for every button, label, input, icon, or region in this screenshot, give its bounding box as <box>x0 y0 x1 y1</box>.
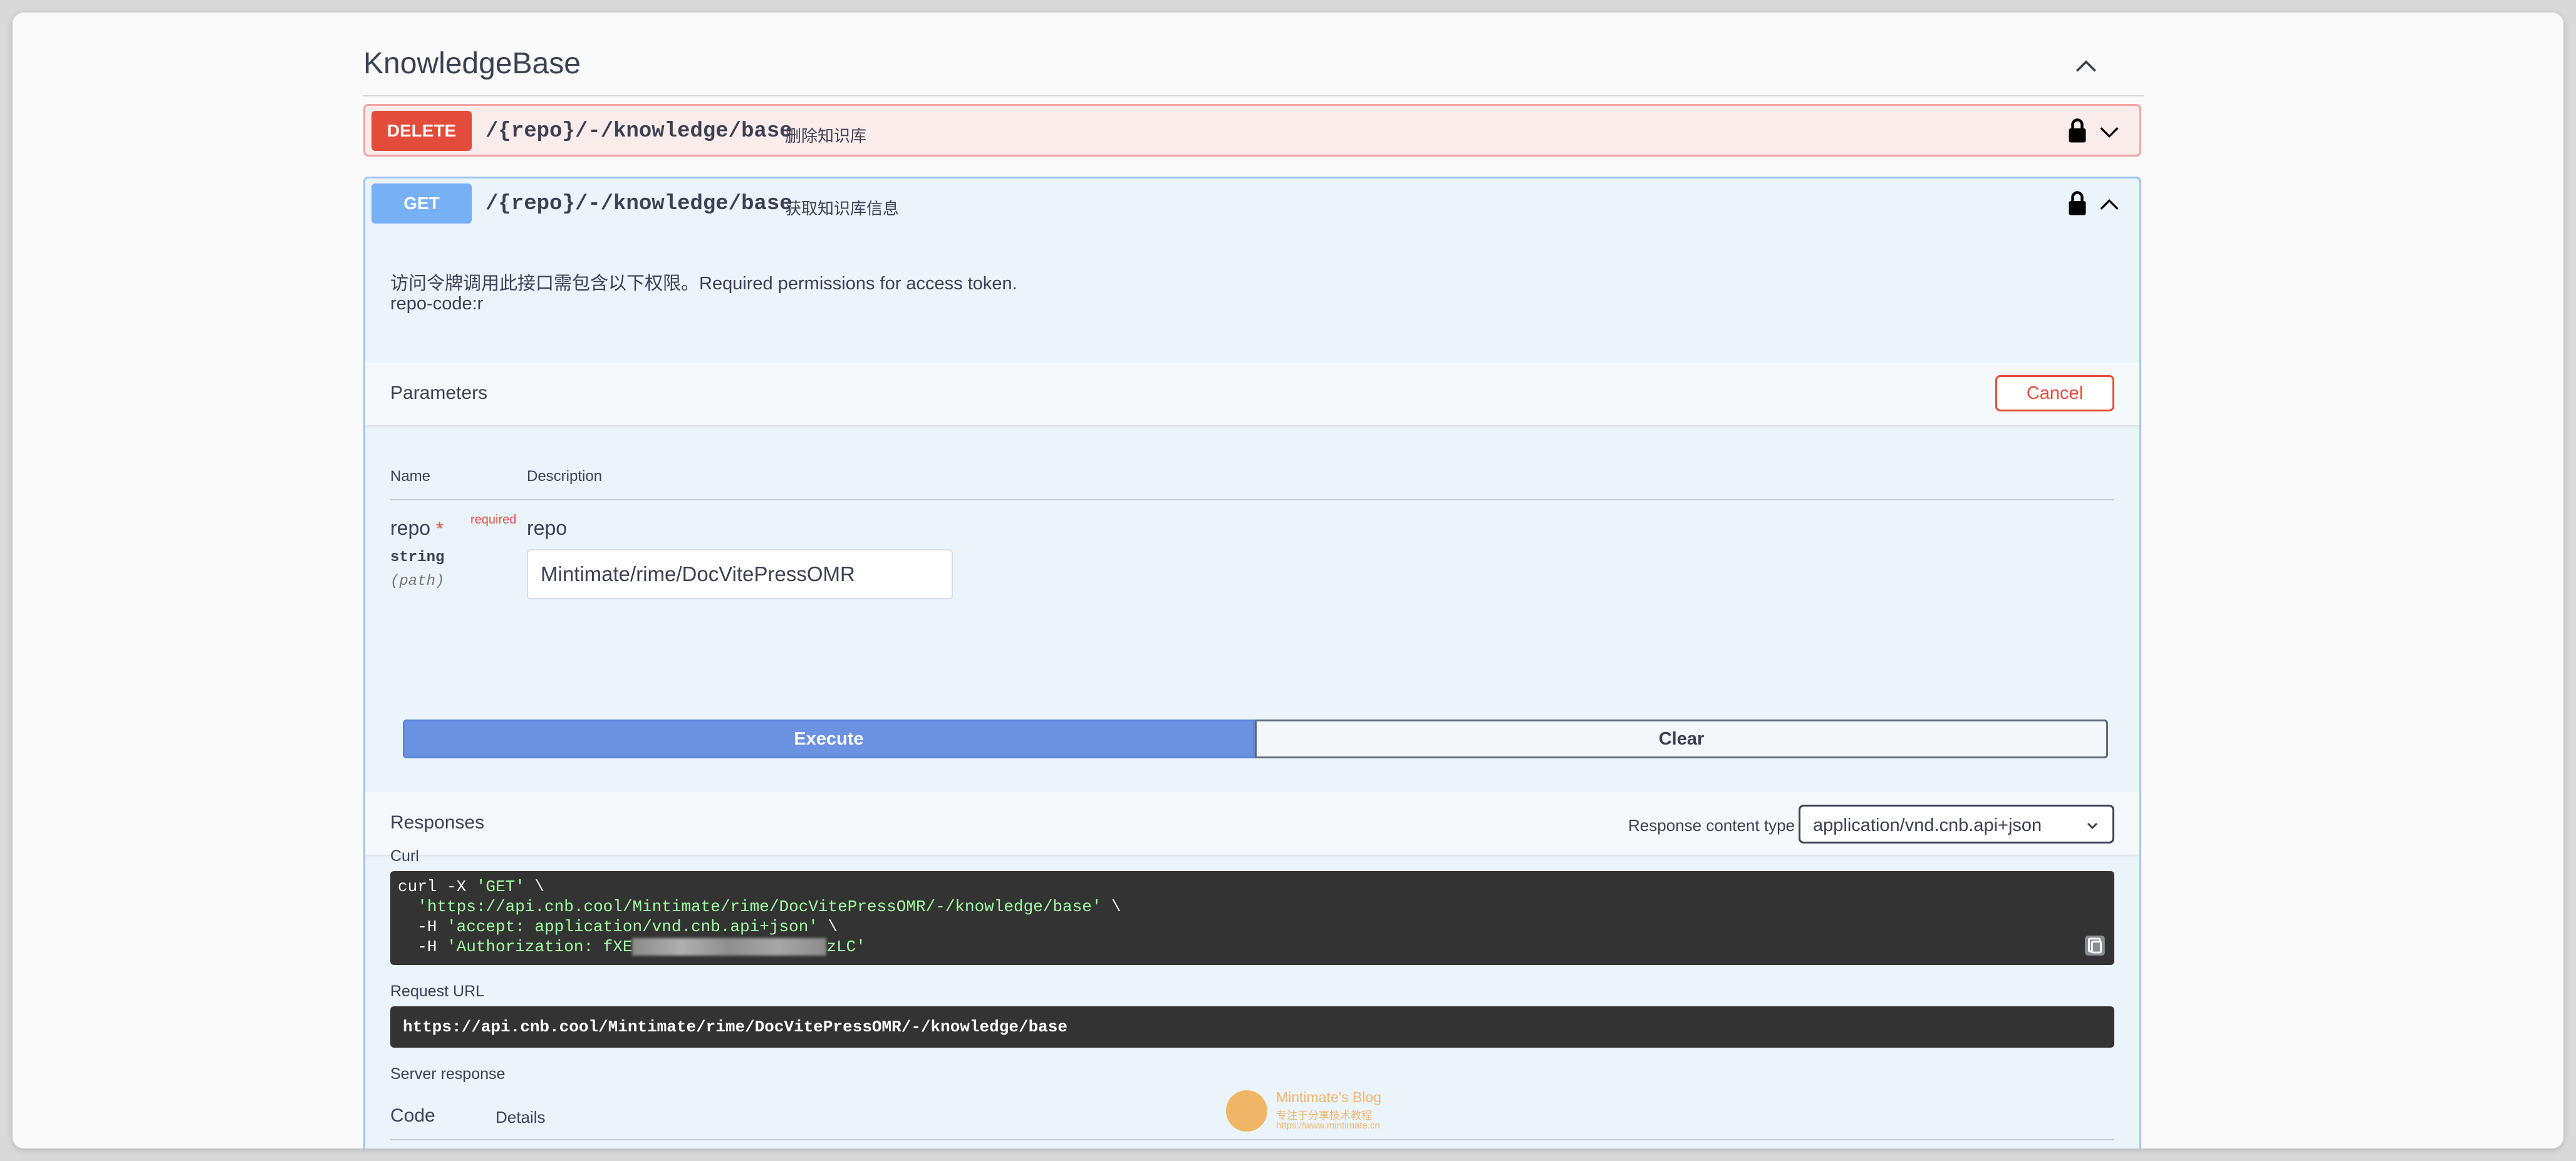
opblock-get: GET /{repo}/-/knowledge/base 获取知识库信息 访问令… <box>363 177 2141 1148</box>
permission-scope: repo-code:r <box>390 294 484 314</box>
repo-input[interactable] <box>527 549 953 599</box>
request-url-text: https://api.cnb.cool/Mintimate/rime/DocV… <box>403 1018 1067 1036</box>
section-title: KnowledgeBase <box>363 47 581 80</box>
response-header-divider <box>390 1139 2114 1140</box>
curl-line3-header: 'accept: application/vnd.cnb.api+json' <box>447 917 818 936</box>
chevron-down-icon <box>2087 822 2098 830</box>
parameters-bar: Parameters Cancel <box>365 363 2139 425</box>
responses-title: Responses <box>390 812 485 833</box>
execute-clear-group: Execute Clear <box>403 720 2108 758</box>
op-path: /{repo}/-/knowledge/base <box>486 120 792 143</box>
op-summary-delete[interactable]: DELETE /{repo}/-/knowledge/base 删除知识库 <box>365 106 2139 158</box>
blog-watermark: Mintimate's Blog 专注于分享技术教程 https://www.m… <box>1226 1086 1426 1137</box>
permission-notice: 访问令牌调用此接口需包含以下权限。Required permissions fo… <box>390 274 1017 294</box>
watermark-logo <box>1226 1090 1267 1132</box>
op-path: /{repo}/-/knowledge/base <box>486 192 792 216</box>
swagger-content: KnowledgeBase DELETE /{repo}/-/knowledge… <box>351 13 2144 1148</box>
response-content-type-select[interactable]: application/vnd.cnb.api+json <box>1799 805 2114 844</box>
opblock-delete: DELETE /{repo}/-/knowledge/base 删除知识库 <box>363 104 2141 157</box>
curl-line4-flag: -H <box>398 937 447 956</box>
col-header-name: Name <box>390 468 431 485</box>
watermark-url: https://www.mintimate.cn <box>1276 1120 1380 1131</box>
parameters-title: Parameters <box>390 383 488 403</box>
curl-line-2: 'https://api.cnb.cool/Mintimate/rime/Doc… <box>398 897 1121 916</box>
response-content-type-label: Response content type <box>1628 816 1795 835</box>
curl-line-4: -H 'Authorization: fXE zLC' <box>398 937 866 956</box>
required-label: required <box>470 513 517 527</box>
required-star: * <box>435 519 444 539</box>
opblock-body: 访问令牌调用此接口需包含以下权限。Required permissions fo… <box>365 231 2139 1148</box>
curl-line-3: -H 'accept: application/vnd.cnb.api+json… <box>398 917 838 936</box>
curl-line4-auth-end: zLC' <box>826 937 866 956</box>
knowledgebase-section-header[interactable]: KnowledgeBase <box>363 38 2144 96</box>
param-description: repo <box>527 517 568 539</box>
col-header-description: Description <box>527 468 603 485</box>
curl-line1-method: 'GET' <box>475 877 525 896</box>
table-header-divider <box>390 499 2114 500</box>
browser-window: KnowledgeBase DELETE /{repo}/-/knowledge… <box>13 13 2563 1148</box>
curl-line2-indent <box>398 897 417 916</box>
response-col-details: Details <box>496 1108 546 1127</box>
curl-line-1: curl -X 'GET' \ <box>398 877 544 896</box>
param-location: (path) <box>390 573 445 590</box>
responses-bar: Responses Response content type applicat… <box>365 792 2139 855</box>
curl-line1-cont: \ <box>524 877 545 896</box>
watermark-title: Mintimate's Blog <box>1276 1089 1382 1105</box>
lock-icon[interactable] <box>2068 117 2087 143</box>
execute-button[interactable]: Execute <box>403 720 1255 758</box>
curl-line2-cont: \ <box>1101 897 1121 916</box>
curl-line4-auth-start: 'Authorization: fXE <box>447 937 633 956</box>
clear-button[interactable]: Clear <box>1255 720 2108 758</box>
request-url-block[interactable]: https://api.cnb.cool/Mintimate/rime/DocV… <box>390 1006 2114 1048</box>
cancel-button[interactable]: Cancel <box>1995 375 2114 411</box>
curl-label: Curl <box>390 847 419 865</box>
method-badge-delete: DELETE <box>371 111 472 151</box>
param-type: string <box>390 549 445 566</box>
curl-line2-url: 'https://api.cnb.cool/Mintimate/rime/Doc… <box>417 897 1102 916</box>
method-badge-get: GET <box>371 183 472 224</box>
curl-line3-flag: -H <box>398 917 447 936</box>
chevron-up-icon[interactable] <box>2097 192 2122 217</box>
op-description: 删除知识库 <box>785 126 867 145</box>
param-name: repo * <box>390 517 444 540</box>
copy-icon[interactable] <box>2083 934 2107 957</box>
response-col-code: Code <box>390 1105 435 1126</box>
lock-icon[interactable] <box>2068 190 2087 216</box>
curl-line1-cmd: curl -X <box>398 877 476 896</box>
request-url-label: Request URL <box>390 983 485 1000</box>
param-name-text: repo <box>390 517 431 539</box>
response-content-type-value: application/vnd.cnb.api+json <box>1813 815 2042 835</box>
op-description: 获取知识库信息 <box>785 199 900 218</box>
curl-code-block[interactable]: curl -X 'GET' \ 'https://api.cnb.cool/Mi… <box>390 871 2114 965</box>
chevron-down-icon[interactable] <box>2097 120 2122 145</box>
op-summary-get[interactable]: GET /{repo}/-/knowledge/base 获取知识库信息 <box>365 178 2139 231</box>
server-response-label: Server response <box>390 1065 506 1083</box>
chevron-up-icon[interactable] <box>2072 53 2100 80</box>
curl-line3-cont: \ <box>818 917 838 936</box>
redacted-token <box>632 938 827 956</box>
